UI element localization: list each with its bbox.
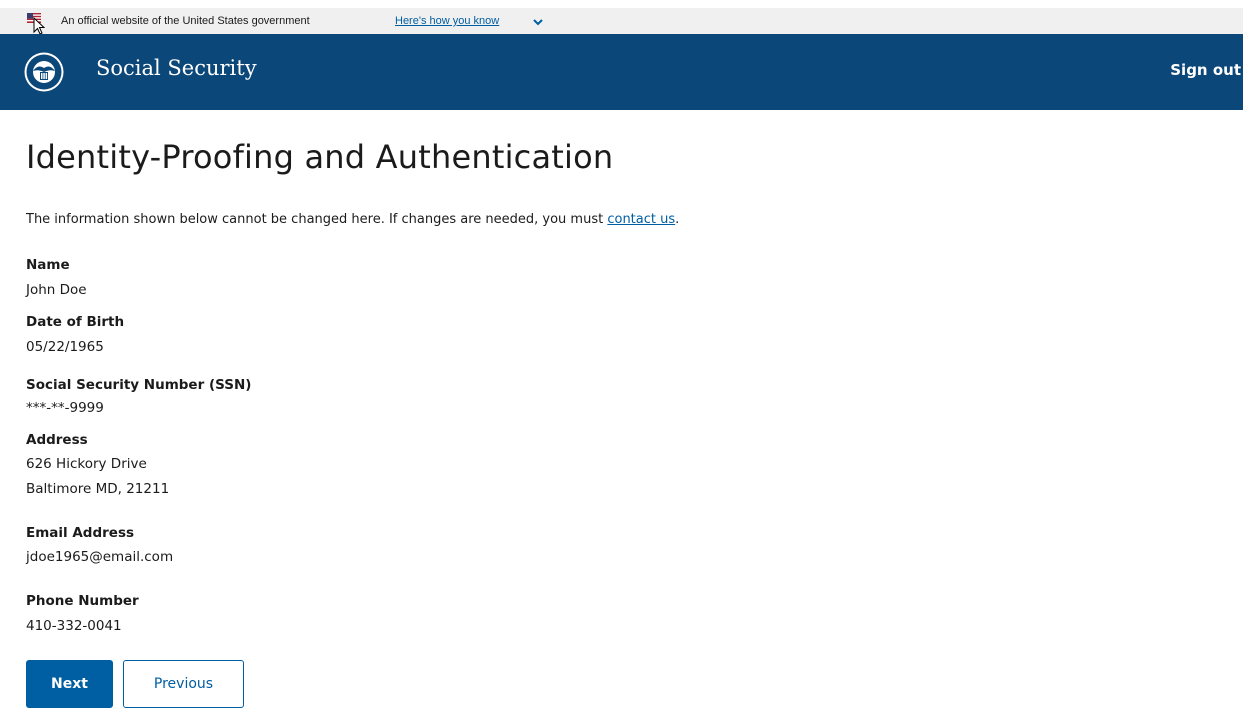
site-title[interactable]: Social Security xyxy=(96,56,257,80)
heres-how-you-know-link[interactable]: Here's how you know xyxy=(395,15,499,27)
phone-label: Phone Number xyxy=(26,593,139,609)
ssa-seal-logo[interactable] xyxy=(24,52,64,92)
email-value: jdoe1965@email.com xyxy=(26,549,174,565)
site-header: Social Security Sign out xyxy=(0,34,1243,110)
address-label: Address xyxy=(26,432,88,448)
next-button[interactable]: Next xyxy=(26,660,113,708)
ssn-label: Social Security Number (SSN) xyxy=(26,377,252,393)
mouse-cursor-icon xyxy=(33,17,45,35)
intro-text: The information shown below cannot be ch… xyxy=(26,212,679,227)
address-line1: 626 Hickory Drive xyxy=(26,456,147,472)
phone-value: 410-332-0041 xyxy=(26,618,122,634)
page-title: Identity-Proofing and Authentication xyxy=(26,138,614,176)
previous-button[interactable]: Previous xyxy=(123,660,244,708)
email-label: Email Address xyxy=(26,525,135,541)
gov-banner-text: An official website of the United States… xyxy=(61,15,310,27)
name-label: Name xyxy=(26,257,70,273)
gov-banner: An official website of the United States… xyxy=(0,8,1243,35)
name-value: John Doe xyxy=(26,282,87,298)
intro-text-end: . xyxy=(675,212,680,227)
dob-label: Date of Birth xyxy=(26,314,125,330)
intro-text-body: The information shown below cannot be ch… xyxy=(26,212,608,227)
sign-out-link[interactable]: Sign out xyxy=(1170,61,1243,79)
ssn-value: ***-**-9999 xyxy=(26,400,104,416)
address-line2: Baltimore MD, 21211 xyxy=(26,481,170,497)
dob-value: 05/22/1965 xyxy=(26,339,104,355)
chevron-down-icon[interactable] xyxy=(533,19,543,26)
contact-us-link[interactable]: contact us xyxy=(607,212,675,227)
